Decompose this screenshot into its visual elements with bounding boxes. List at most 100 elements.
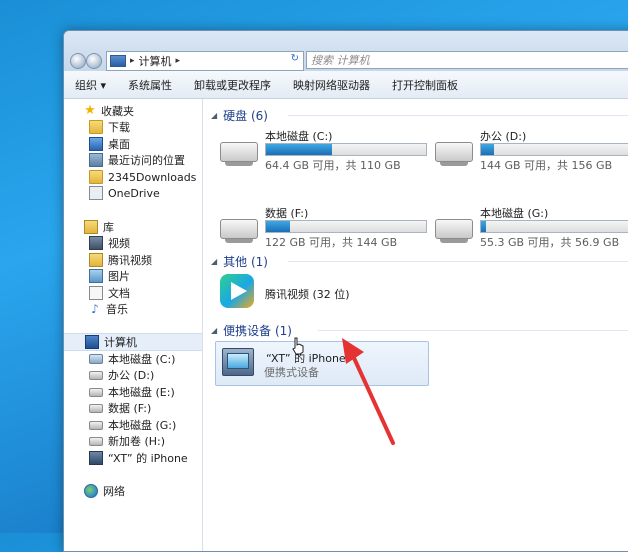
search-input[interactable]: 搜索 计算机: [306, 51, 628, 69]
sidebar-item-libraries[interactable]: 库: [84, 219, 114, 235]
refresh-icon[interactable]: ↻: [291, 53, 299, 64]
drive-usage-bar: [480, 220, 628, 233]
video-library-icon: [89, 236, 103, 250]
sidebar-item-downloads[interactable]: 下载: [89, 119, 130, 135]
system-properties-button[interactable]: 系统属性: [117, 77, 183, 93]
sidebar-item-favorites[interactable]: ★ 收藏夹: [84, 103, 134, 119]
sidebar-label: 最近访问的位置: [108, 154, 185, 167]
organize-button[interactable]: 组织 ▾: [64, 77, 117, 93]
drive-usage-fill: [266, 144, 332, 155]
drive-tile-c[interactable]: 本地磁盘 (C:) 64.4 GB 可用，共 110 GB: [220, 128, 430, 172]
onedrive-icon: [89, 186, 103, 200]
open-control-panel-button[interactable]: 打开控制面板: [381, 77, 469, 93]
sidebar-label: 2345Downloads: [108, 170, 197, 184]
network-icon: [84, 484, 98, 498]
collapse-triangle-icon[interactable]: ◢: [211, 326, 217, 335]
drive-tile-f[interactable]: 数据 (F:) 122 GB 可用，共 144 GB: [220, 205, 430, 249]
sidebar-item-iphone[interactable]: “XT” 的 iPhone: [89, 450, 188, 466]
chevron-right-icon[interactable]: ▸: [130, 56, 135, 66]
music-icon: ♪: [91, 302, 99, 316]
drive-name: 本地磁盘 (C:): [265, 130, 333, 143]
chevron-right-icon[interactable]: ▸: [176, 56, 181, 66]
sidebar-label: 视频: [108, 237, 130, 250]
sidebar-label: 收藏夹: [101, 105, 134, 118]
portable-device-icon: [89, 451, 103, 465]
sidebar-label: 库: [103, 221, 114, 234]
sidebar-label: 网络: [103, 485, 125, 498]
sidebar-item-pictures[interactable]: 图片: [89, 268, 130, 284]
hard-disk-icon: [435, 142, 473, 166]
sidebar-label: 办公 (D:): [108, 369, 155, 382]
group-title: 硬盘 (6): [223, 108, 268, 123]
group-header-hard-disks[interactable]: ◢ 硬盘 (6): [211, 106, 268, 124]
app-name: 腾讯视频 (32 位): [265, 288, 350, 301]
sidebar-item-network[interactable]: 网络: [84, 483, 125, 499]
group-title: 其他 (1): [223, 254, 268, 269]
sidebar-label: 腾讯视频: [108, 254, 152, 267]
hard-disk-icon: [220, 142, 258, 166]
sidebar-item-videos[interactable]: 视频: [89, 235, 130, 251]
sidebar-label: 图片: [108, 270, 130, 283]
sidebar-item-2345downloads[interactable]: 2345Downloads: [89, 169, 196, 185]
drive-usage-fill: [266, 221, 290, 232]
command-bar: 组织 ▾ 系统属性 卸载或更改程序 映射网络驱动器 打开控制面板: [64, 71, 628, 99]
computer-icon: [110, 55, 126, 67]
drive-icon: [89, 403, 103, 413]
collapse-triangle-icon[interactable]: ◢: [211, 257, 217, 266]
star-icon: ★: [84, 103, 96, 118]
drive-space-info: 144 GB 可用，共 156 GB: [480, 159, 613, 172]
breadcrumb-computer[interactable]: 计算机: [139, 53, 172, 69]
sidebar-item-drive-h[interactable]: 新加卷 (H:): [89, 433, 165, 449]
sidebar-item-music[interactable]: ♪ 音乐: [89, 301, 128, 317]
desktop-icon: [89, 137, 103, 151]
sidebar-item-drive-e[interactable]: 本地磁盘 (E:): [89, 384, 175, 400]
title-bar: ▸ 计算机 ▸ ↻ 搜索 计算机: [64, 31, 628, 71]
back-button[interactable]: [70, 53, 86, 69]
device-type: 便携式设备: [264, 366, 319, 379]
uninstall-program-button[interactable]: 卸载或更改程序: [183, 77, 282, 93]
tencent-video-icon: [220, 274, 254, 308]
forward-button[interactable]: [86, 53, 102, 69]
drive-space-info: 64.4 GB 可用，共 110 GB: [265, 159, 401, 172]
group-divider: [288, 115, 628, 116]
portable-device-icon: [222, 348, 254, 376]
drive-usage-fill: [481, 221, 486, 232]
sidebar-item-desktop[interactable]: 桌面: [89, 136, 130, 152]
sidebar-label: 本地磁盘 (C:): [108, 353, 176, 366]
map-network-drive-button[interactable]: 映射网络驱动器: [282, 77, 381, 93]
drive-tile-d[interactable]: 办公 (D:) 144 GB 可用，共 156 GB: [435, 128, 628, 172]
drive-icon: [89, 370, 103, 380]
sidebar-item-drive-d[interactable]: 办公 (D:): [89, 367, 154, 383]
group-header-portable-devices[interactable]: ◢ 便携设备 (1): [211, 321, 292, 339]
sidebar-item-drive-g[interactable]: 本地磁盘 (G:): [89, 417, 176, 433]
sidebar-item-drive-f[interactable]: 数据 (F:): [89, 400, 151, 416]
drive-tile-g[interactable]: 本地磁盘 (G:) 55.3 GB 可用，共 56.9 GB: [435, 205, 628, 249]
sidebar-item-recent-places[interactable]: 最近访问的位置: [89, 152, 185, 168]
drive-icon: [89, 436, 103, 446]
hard-disk-icon: [220, 219, 258, 243]
tencent-video-item[interactable]: 腾讯视频 (32 位): [220, 274, 420, 314]
sidebar-item-computer[interactable]: 计算机: [64, 333, 202, 351]
address-bar[interactable]: ▸ 计算机 ▸ ↻: [106, 51, 304, 71]
sidebar-label: 计算机: [104, 336, 137, 349]
sidebar-item-tencent-video[interactable]: 腾讯视频: [89, 252, 152, 268]
sidebar-item-drive-c[interactable]: 本地磁盘 (C:): [89, 351, 175, 367]
sidebar-label: 文档: [108, 287, 130, 300]
sidebar-label: 本地磁盘 (G:): [108, 419, 177, 432]
iphone-device-tile[interactable]: “XT” 的 iPhone 便携式设备: [215, 341, 429, 386]
drive-usage-bar: [480, 143, 628, 156]
drive-name: 数据 (F:): [265, 207, 309, 220]
sidebar-item-onedrive[interactable]: OneDrive: [89, 185, 160, 201]
sidebar-item-documents[interactable]: 文档: [89, 285, 130, 301]
sidebar-label: “XT” 的 iPhone: [108, 452, 188, 465]
drive-name: 办公 (D:): [480, 130, 527, 143]
explorer-window: ▸ 计算机 ▸ ↻ 搜索 计算机 组织 ▾ 系统属性 卸载或更改程序 映射网络驱…: [63, 30, 628, 552]
hand-cursor-icon: [292, 337, 304, 355]
sidebar-label: 音乐: [106, 303, 128, 316]
drive-space-info: 122 GB 可用，共 144 GB: [265, 236, 398, 249]
group-title: 便携设备 (1): [223, 323, 292, 338]
folder-icon: [89, 253, 103, 267]
sidebar-label: 桌面: [108, 138, 130, 151]
collapse-triangle-icon[interactable]: ◢: [211, 111, 217, 120]
group-header-other[interactable]: ◢ 其他 (1): [211, 252, 268, 270]
